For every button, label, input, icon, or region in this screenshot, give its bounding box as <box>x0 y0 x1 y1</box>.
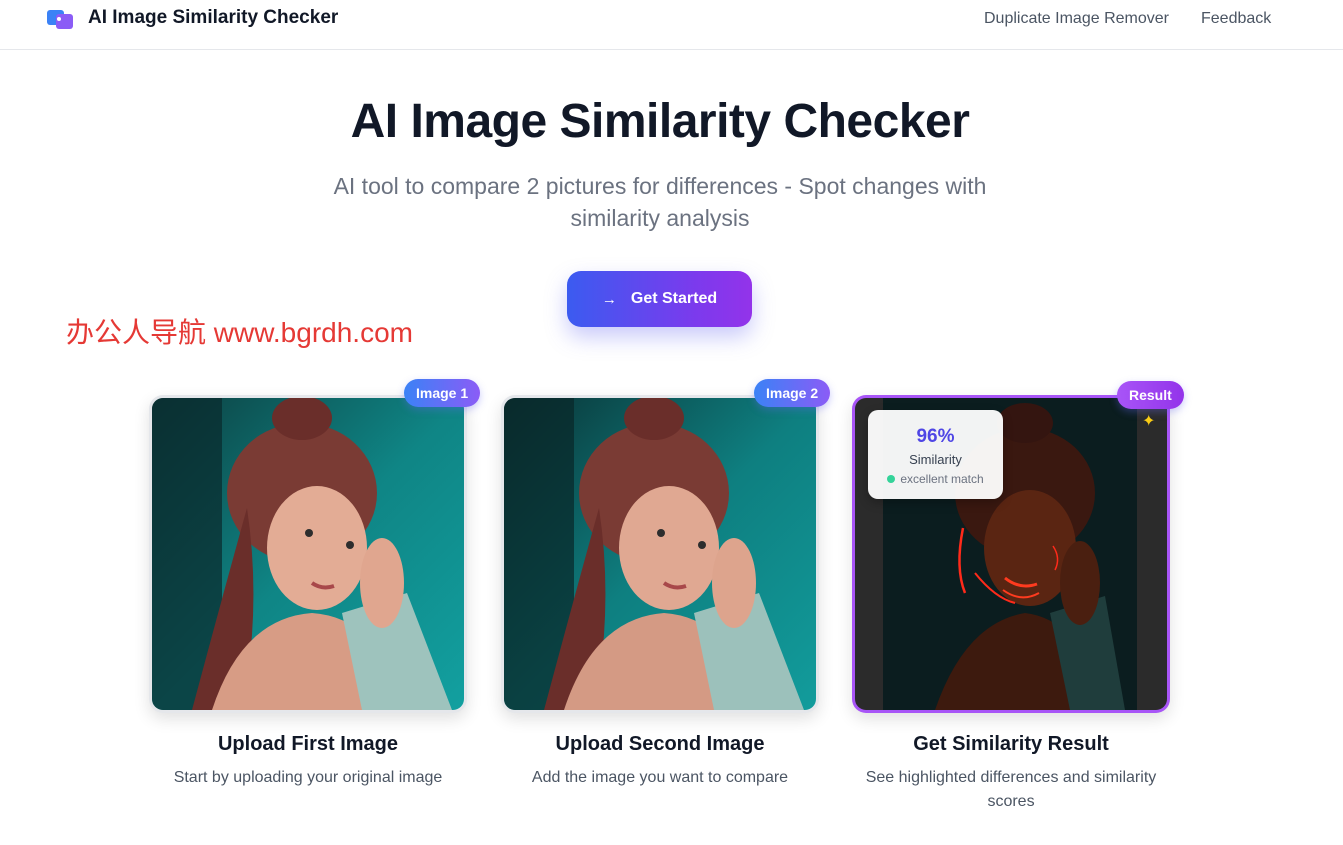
step-3-title: Get Similarity Result <box>913 733 1109 755</box>
similarity-label: Similarity <box>909 452 962 467</box>
arrow-right-icon: → <box>601 290 617 308</box>
step-2-description: Add the image you want to compare <box>531 769 789 786</box>
sparkle-icon: ✦ <box>1142 413 1156 430</box>
match-status: excellent match <box>868 472 1003 486</box>
page-title: AI Image Similarity Checker <box>350 95 970 148</box>
step-1-title: Upload First Image <box>217 733 399 755</box>
similarity-score-panel: 96% Similarity excellent match <box>868 410 1003 499</box>
step-3-description: See highlighted differences and similari… <box>865 769 1157 810</box>
image-1-preview[interactable] <box>149 395 467 713</box>
image-1-badge: Image 1 <box>404 379 481 407</box>
step-1-description: Start by uploading your original image <box>173 769 443 786</box>
image-2-badge: Image 2 <box>754 379 831 407</box>
step-2-title: Upload Second Image <box>555 733 765 755</box>
nav-link-feedback[interactable]: Feedback <box>1201 9 1271 29</box>
watermark-text: 办公人导航 www.bgrdh.com <box>66 317 413 348</box>
portrait-photo-image <box>152 398 464 710</box>
brand-name[interactable]: AI Image Similarity Checker <box>88 7 338 29</box>
similarity-percentage: 96% <box>916 426 955 447</box>
match-status-label: excellent match <box>900 472 984 486</box>
get-started-button[interactable]: → Get Started <box>567 271 752 327</box>
status-dot-icon <box>887 475 896 483</box>
app-logo-icon[interactable] <box>47 8 75 30</box>
image-2-preview[interactable] <box>501 395 819 713</box>
portrait-photo-image <box>504 398 816 710</box>
page-subtitle: AI tool to compare 2 pictures for differ… <box>333 173 987 231</box>
nav-link-duplicate-image-remover[interactable]: Duplicate Image Remover <box>984 9 1169 29</box>
result-badge: Result <box>1117 381 1184 409</box>
top-navigation-bar: AI Image Similarity Checker Duplicate Im… <box>0 0 1343 50</box>
get-started-label: Get Started <box>630 290 718 307</box>
